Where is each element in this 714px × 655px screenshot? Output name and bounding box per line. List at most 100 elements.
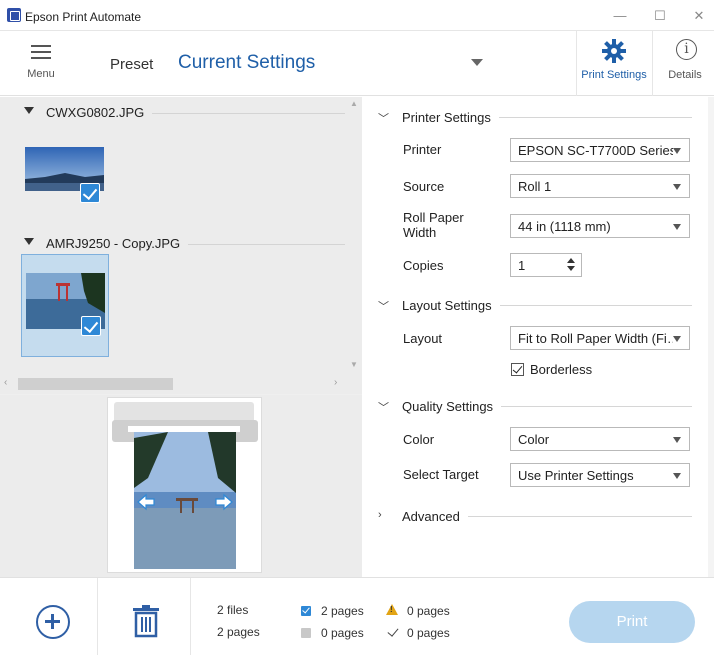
print-preview xyxy=(107,397,262,573)
select-target-label: Select Target xyxy=(403,467,479,482)
details-button[interactable]: i Details xyxy=(656,31,714,96)
chevron-down-icon xyxy=(673,184,681,190)
printer-value: EPSON SC-T7700D Series xyxy=(518,143,673,158)
collapse-triangle-icon[interactable] xyxy=(24,107,34,114)
printer-label: Printer xyxy=(403,142,442,157)
layout-settings-section[interactable]: ﹀ Layout Settings xyxy=(378,295,692,315)
file-thumbnail-selected[interactable] xyxy=(21,254,109,357)
preset-label: Preset xyxy=(110,56,154,73)
horizontal-scrollbar[interactable]: ‹ › xyxy=(0,376,345,392)
section-title: Printer Settings xyxy=(402,110,499,125)
collapse-triangle-icon[interactable] xyxy=(24,238,34,245)
chevron-down-icon[interactable]: ﹀ xyxy=(378,110,390,125)
file-list: ▲ ▼ CWXG0802.JPG AMRJ9250 - Copy.JPG ‹ › xyxy=(0,97,362,394)
close-button[interactable]: ✕ xyxy=(684,6,714,26)
section-title: Advanced xyxy=(402,509,468,524)
file-checkbox[interactable] xyxy=(80,183,100,203)
layout-label: Layout xyxy=(403,331,443,346)
maximize-button[interactable]: ☐ xyxy=(645,6,675,26)
chevron-down-icon xyxy=(673,148,681,154)
file-name: AMRJ9250 - Copy.JPG xyxy=(46,236,189,251)
unchecked-icon xyxy=(301,628,311,638)
roll-paper-width-label: Roll Paper Width xyxy=(403,210,464,240)
select-target-value: Use Printer Settings xyxy=(518,468,634,483)
decrement-arrow-icon[interactable] xyxy=(567,266,575,271)
scroll-left-arrow-icon[interactable]: ‹ xyxy=(4,377,7,388)
delete-button[interactable] xyxy=(132,604,160,638)
file-name: CWXG0802.JPG xyxy=(46,105,153,120)
print-settings-button[interactable]: Print Settings xyxy=(578,31,650,96)
roll-paper-width-select[interactable]: 44 in (1118 mm) xyxy=(510,214,690,238)
increment-arrow-icon[interactable] xyxy=(567,258,575,263)
preset-dropdown[interactable]: Current Settings xyxy=(178,52,315,74)
unchecked-pages: 0 pages xyxy=(321,626,364,640)
scroll-up-arrow-icon[interactable]: ▲ xyxy=(350,99,358,108)
gear-icon xyxy=(602,39,626,63)
trash-icon xyxy=(133,605,159,638)
printer-select[interactable]: EPSON SC-T7700D Series xyxy=(510,138,690,162)
copies-stepper[interactable]: 1 xyxy=(510,253,582,277)
title-bar: Epson Print Automate — ☐ ✕ xyxy=(0,0,714,31)
print-button[interactable]: Print xyxy=(569,601,695,643)
borderless-label[interactable]: Borderless xyxy=(530,362,592,377)
chevron-down-icon[interactable]: ﹀ xyxy=(378,298,390,313)
footer-divider xyxy=(97,578,98,655)
chevron-right-icon[interactable]: › xyxy=(378,509,390,521)
toolbar-divider xyxy=(652,31,653,96)
footer-divider xyxy=(190,578,191,655)
scroll-down-arrow-icon[interactable]: ▼ xyxy=(350,360,358,369)
details-label: Details xyxy=(668,69,702,81)
source-label: Source xyxy=(403,179,445,194)
printer-settings-section[interactable]: ﹀ Printer Settings xyxy=(378,107,692,127)
menu-button[interactable]: Menu xyxy=(20,43,64,87)
color-select[interactable]: Color xyxy=(510,427,690,451)
file-checkbox[interactable] xyxy=(81,316,101,336)
info-icon: i xyxy=(676,39,697,60)
source-value: Roll 1 xyxy=(518,179,552,194)
done-check-icon xyxy=(387,625,399,637)
quality-settings-section[interactable]: ﹀ Quality Settings xyxy=(378,396,692,416)
file-group-header[interactable]: CWXG0802.JPG xyxy=(0,102,345,122)
color-label: Color xyxy=(403,432,435,447)
copies-label: Copies xyxy=(403,258,444,273)
layout-value: Fit to Roll Paper Width (Fi… xyxy=(518,331,673,346)
roll-paper-width-value: 44 in (1118 mm) xyxy=(518,219,611,234)
warning-icon xyxy=(386,604,398,615)
checked-pages: 2 pages xyxy=(321,604,364,618)
done-pages: 0 pages xyxy=(407,626,450,640)
chevron-down-icon xyxy=(673,224,681,230)
chevron-down-icon[interactable]: ﹀ xyxy=(378,399,390,414)
chevron-down-icon xyxy=(673,336,681,342)
window-title: Epson Print Automate xyxy=(25,10,142,24)
file-count: 2 files xyxy=(217,603,249,617)
checked-icon xyxy=(301,606,311,616)
warning-pages: 0 pages xyxy=(407,604,450,618)
hamburger-icon xyxy=(31,45,51,59)
print-preview-area xyxy=(0,395,362,577)
menu-label: Menu xyxy=(27,68,55,80)
file-pane: ▲ ▼ CWXG0802.JPG AMRJ9250 - Copy.JPG ‹ › xyxy=(0,97,362,577)
file-thumbnail[interactable] xyxy=(25,147,107,205)
borderless-checkbox[interactable] xyxy=(511,363,524,376)
chevron-down-icon[interactable] xyxy=(471,59,483,66)
footer-bar: 2 files 2 pages 2 pages 0 pages 0 pages … xyxy=(0,577,714,655)
vertical-scrollbar[interactable] xyxy=(708,97,714,577)
minimize-button[interactable]: — xyxy=(605,6,635,26)
toolbar: Menu Preset Current Settings Print Setti… xyxy=(0,31,714,96)
section-title: Layout Settings xyxy=(402,298,500,313)
page-count: 2 pages xyxy=(217,625,260,639)
source-select[interactable]: Roll 1 xyxy=(510,174,690,198)
toolbar-divider xyxy=(576,31,577,96)
chevron-down-icon xyxy=(673,473,681,479)
copies-value: 1 xyxy=(518,258,526,273)
advanced-section[interactable]: › Advanced xyxy=(378,506,692,526)
section-title: Quality Settings xyxy=(402,399,502,414)
add-file-button[interactable] xyxy=(36,605,70,639)
scrollbar-thumb[interactable] xyxy=(18,378,173,390)
select-target-select[interactable]: Use Printer Settings xyxy=(510,463,690,487)
scroll-right-arrow-icon[interactable]: › xyxy=(334,377,337,388)
printer-preview-image xyxy=(112,402,258,569)
file-group-header[interactable]: AMRJ9250 - Copy.JPG xyxy=(0,233,345,253)
layout-select[interactable]: Fit to Roll Paper Width (Fi… xyxy=(510,326,690,350)
chevron-down-icon xyxy=(673,437,681,443)
